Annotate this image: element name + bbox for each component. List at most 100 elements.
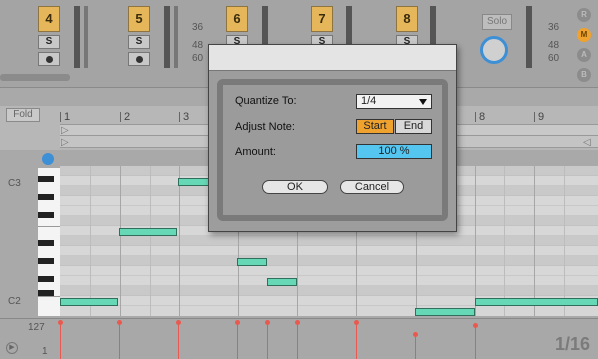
- piano-black-key[interactable]: [38, 176, 54, 182]
- grid-beat-line: [504, 166, 505, 316]
- midi-note[interactable]: [119, 228, 177, 236]
- mixer-scrollbar[interactable]: [0, 74, 70, 81]
- midi-note[interactable]: [237, 258, 267, 266]
- ruler-label: 1: [64, 111, 71, 123]
- quantize-to-value: 1/4: [361, 95, 377, 107]
- fold-button[interactable]: Fold: [6, 108, 40, 122]
- velocity-handle[interactable]: [176, 320, 181, 325]
- velocity-handle[interactable]: [235, 320, 240, 325]
- track-5-meter-right: [174, 6, 178, 68]
- velocity-marker[interactable]: [237, 322, 238, 359]
- adjust-note-label: Adjust Note:: [235, 121, 295, 133]
- piano-black-key[interactable]: [38, 276, 54, 282]
- track-5-meter: [164, 6, 170, 68]
- velocity-handle[interactable]: [117, 320, 122, 325]
- play-icon[interactable]: ▶: [6, 342, 18, 354]
- ruler-label: 8: [479, 111, 486, 123]
- db-label: 48: [192, 40, 204, 51]
- track-5-power-button[interactable]: [128, 52, 150, 66]
- velocity-handle[interactable]: [473, 323, 478, 328]
- db-label: 60: [192, 53, 204, 64]
- velocity-marker[interactable]: [297, 322, 298, 359]
- piano-key-divider: [38, 226, 60, 227]
- dropdown-arrow-icon: [419, 99, 427, 105]
- track-7-activator[interactable]: 7: [311, 6, 333, 32]
- track-4-activator[interactable]: 4: [38, 6, 60, 32]
- velocity-marker[interactable]: [119, 322, 120, 359]
- cue-volume-knob[interactable]: [480, 36, 508, 64]
- loop-start-marker-icon[interactable]: ▷: [61, 125, 69, 136]
- ruler-tick: [534, 112, 535, 122]
- track-5-solo-button[interactable]: S: [128, 35, 150, 49]
- velocity-min-label: 1: [42, 346, 48, 357]
- ruler-label: 2: [124, 111, 131, 123]
- velocity-marker[interactable]: [60, 322, 61, 359]
- midi-note[interactable]: [178, 178, 212, 186]
- grid-bar-line: [120, 166, 121, 316]
- grid-resolution-label: 1/16: [554, 334, 590, 354]
- midi-note[interactable]: [60, 298, 118, 306]
- velocity-marker[interactable]: [356, 322, 357, 359]
- master-meter: [526, 6, 532, 68]
- piano-key-divider: [38, 296, 60, 297]
- piano-black-key[interactable]: [38, 194, 54, 200]
- track-4-meter: [74, 6, 80, 68]
- end-marker-icon[interactable]: ◁: [583, 137, 591, 148]
- velocity-handle[interactable]: [354, 320, 359, 325]
- pitch-label-c3: C3: [8, 178, 21, 189]
- start-marker-icon[interactable]: ▷: [61, 137, 69, 148]
- piano-black-key[interactable]: [38, 212, 54, 218]
- grid-bar-line: [179, 166, 180, 316]
- amount-field[interactable]: 100 %: [356, 144, 432, 159]
- track-4-solo-button[interactable]: S: [38, 35, 60, 49]
- db-label: 48: [548, 40, 560, 51]
- record-arm-button[interactable]: R: [577, 8, 591, 22]
- ruler-tick: [60, 112, 61, 122]
- grid-bar-line: [534, 166, 535, 316]
- piano-black-key[interactable]: [38, 240, 54, 246]
- track-4-power-button[interactable]: [38, 52, 60, 66]
- track-5-activator[interactable]: 5: [128, 6, 150, 32]
- ruler-label: 9: [538, 111, 545, 123]
- ruler-label: 3: [183, 111, 190, 123]
- cancel-button[interactable]: Cancel: [340, 180, 404, 194]
- ruler-tick: [475, 112, 476, 122]
- ok-button[interactable]: OK: [262, 180, 328, 194]
- velocity-marker[interactable]: [267, 322, 268, 359]
- quantize-to-select[interactable]: 1/4: [356, 94, 432, 109]
- crossfade-b-button[interactable]: B: [577, 68, 591, 82]
- grid-beat-line: [150, 166, 151, 316]
- ruler-tick: [179, 112, 180, 122]
- grid-beat-line: [90, 166, 91, 316]
- grid-beat-line: [564, 166, 565, 316]
- piano-black-key[interactable]: [38, 258, 54, 264]
- db-label: 36: [192, 22, 204, 33]
- velocity-handle[interactable]: [295, 320, 300, 325]
- velocity-marker[interactable]: [475, 325, 476, 359]
- preview-headphones-icon[interactable]: [42, 153, 54, 165]
- crossfade-a-button[interactable]: A: [577, 48, 591, 62]
- velocity-max-label: 127: [28, 322, 45, 333]
- dialog-title-bar[interactable]: [209, 45, 456, 71]
- velocity-marker[interactable]: [178, 322, 179, 359]
- track-6-activator[interactable]: 6: [226, 6, 248, 32]
- solo-button[interactable]: Solo: [482, 14, 512, 30]
- track-4-meter-right: [84, 6, 88, 68]
- velocity-marker[interactable]: [415, 334, 416, 359]
- monitor-button[interactable]: M: [577, 28, 591, 42]
- pitch-label-c2: C2: [8, 296, 21, 307]
- grid-bar-line: [475, 166, 476, 316]
- midi-note[interactable]: [415, 308, 475, 316]
- quantize-dialog: [208, 44, 457, 232]
- velocity-handle[interactable]: [265, 320, 270, 325]
- midi-note[interactable]: [267, 278, 297, 286]
- quantize-to-label: Quantize To:: [235, 95, 297, 107]
- midi-note[interactable]: [475, 298, 598, 306]
- velocity-handle[interactable]: [58, 320, 63, 325]
- velocity-handle[interactable]: [413, 332, 418, 337]
- ruler-tick: [120, 112, 121, 122]
- adjust-end-button[interactable]: End: [395, 119, 432, 134]
- track-8-activator[interactable]: 8: [396, 6, 418, 32]
- adjust-start-button[interactable]: Start: [356, 119, 394, 134]
- amount-label: Amount:: [235, 146, 276, 158]
